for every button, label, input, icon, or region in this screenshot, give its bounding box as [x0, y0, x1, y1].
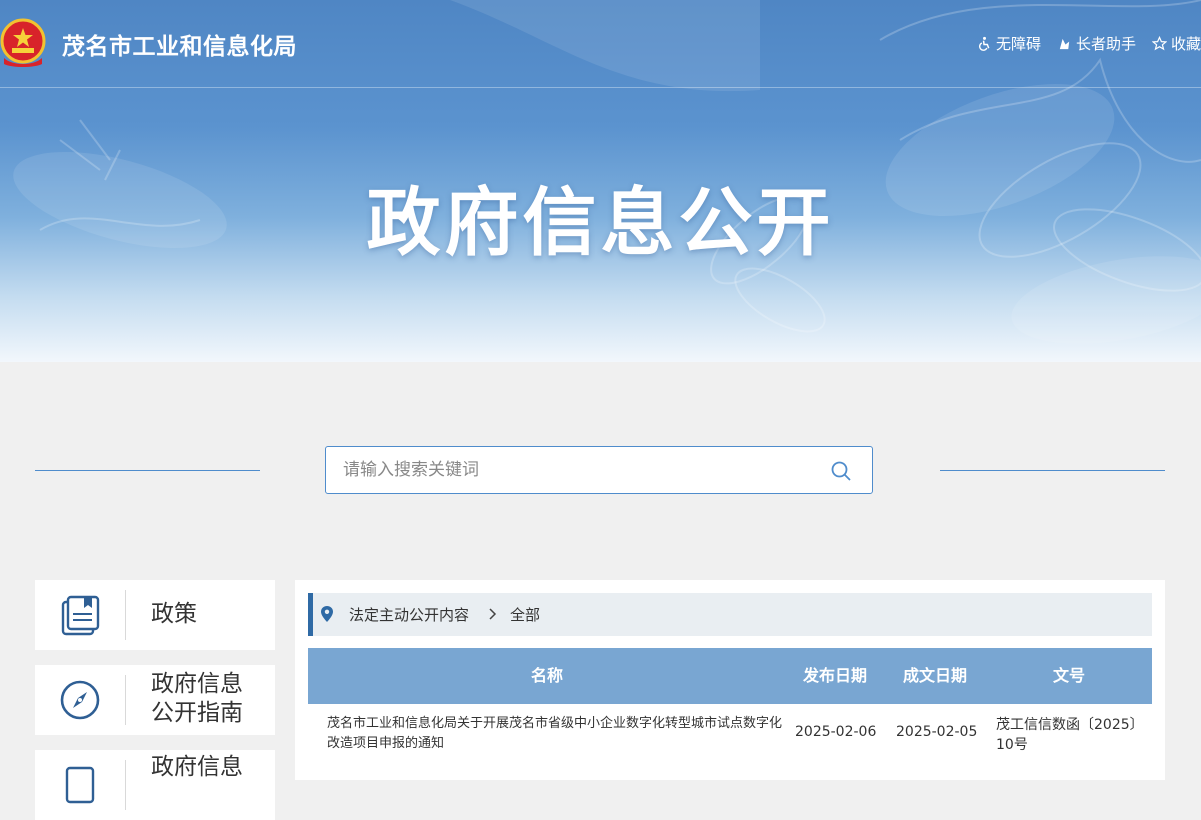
top-bar: 茂名市工业和信息化局 无障碍 长者助手 收藏 [0, 0, 1201, 88]
header-banner: 茂名市工业和信息化局 无障碍 长者助手 收藏 政府信息公开 [0, 0, 1201, 362]
column-header-name: 名称 [530, 666, 563, 685]
column-header-publish-date: 发布日期 [802, 666, 867, 685]
location-pin-icon [321, 606, 333, 622]
breadcrumb-current[interactable]: 全部 [510, 604, 540, 625]
right-divider-line [940, 470, 1165, 471]
banner-title: 政府信息公开 [366, 180, 835, 266]
search-box [325, 446, 873, 494]
wheelchair-icon [978, 36, 990, 51]
content-panel: 法定主动公开内容 全部 名称 发布日期 成文日期 文号 茂名市工业和信息化局关于… [295, 580, 1165, 780]
document-title-link[interactable]: 茂名市工业和信息化局关于开展茂名市省级中小企业数字化转型城市试点数字化改造项目申… [327, 714, 787, 754]
compass-icon [60, 680, 100, 720]
accessibility-button[interactable]: 无障碍 [977, 33, 1041, 54]
accessibility-label: 无障碍 [995, 35, 1041, 53]
elder-helper-icon [1059, 38, 1070, 50]
favorite-button[interactable]: 收藏 [1151, 33, 1201, 54]
header-tools: 无障碍 长者助手 收藏 [977, 33, 1201, 54]
chevron-right-icon [489, 608, 497, 620]
elder-helper-button[interactable]: 长者助手 [1057, 33, 1136, 54]
sidebar-item-label: 政府信息公开指南 [151, 671, 243, 726]
elder-helper-label: 长者助手 [1075, 35, 1136, 53]
column-header-doc-no: 文号 [1052, 666, 1085, 685]
star-icon [1151, 36, 1167, 51]
sidebar-item-guide[interactable]: 政府信息公开指南 [35, 665, 275, 735]
publish-date: 2025-02-06 [795, 724, 877, 740]
document-number: 茂工信信数函〔2025〕10号 [996, 717, 1144, 753]
created-date: 2025-02-05 [896, 724, 978, 740]
sidebar-item-label: 政策 [151, 601, 197, 627]
book-icon [61, 595, 100, 636]
sidebar-separator [125, 675, 126, 725]
national-emblem-icon [0, 18, 46, 67]
favorite-label: 收藏 [1170, 35, 1201, 53]
table-row[interactable]: 茂名市工业和信息化局关于开展茂名市省级中小企业数字化转型城市试点数字化改造项目申… [308, 704, 1152, 764]
sidebar-item-policy[interactable]: 政策 [35, 580, 275, 650]
sidebar-separator [125, 590, 126, 640]
breadcrumb: 法定主动公开内容 全部 [308, 593, 1152, 636]
column-header-created-date: 成文日期 [902, 666, 967, 685]
sidebar-separator [125, 760, 126, 810]
left-divider-line [35, 470, 260, 471]
search-input[interactable] [341, 447, 815, 493]
breadcrumb-parent-link[interactable]: 法定主动公开内容 [349, 604, 469, 625]
site-title[interactable]: 茂名市工业和信息化局 [62, 27, 297, 61]
table-header: 名称 发布日期 成文日期 文号 [308, 648, 1152, 704]
sidebar-item-label: 政府信息 [151, 754, 243, 780]
document-icon [65, 766, 95, 804]
search-icon[interactable] [830, 460, 852, 482]
sidebar-item-info[interactable]: 政府信息 [35, 750, 275, 820]
